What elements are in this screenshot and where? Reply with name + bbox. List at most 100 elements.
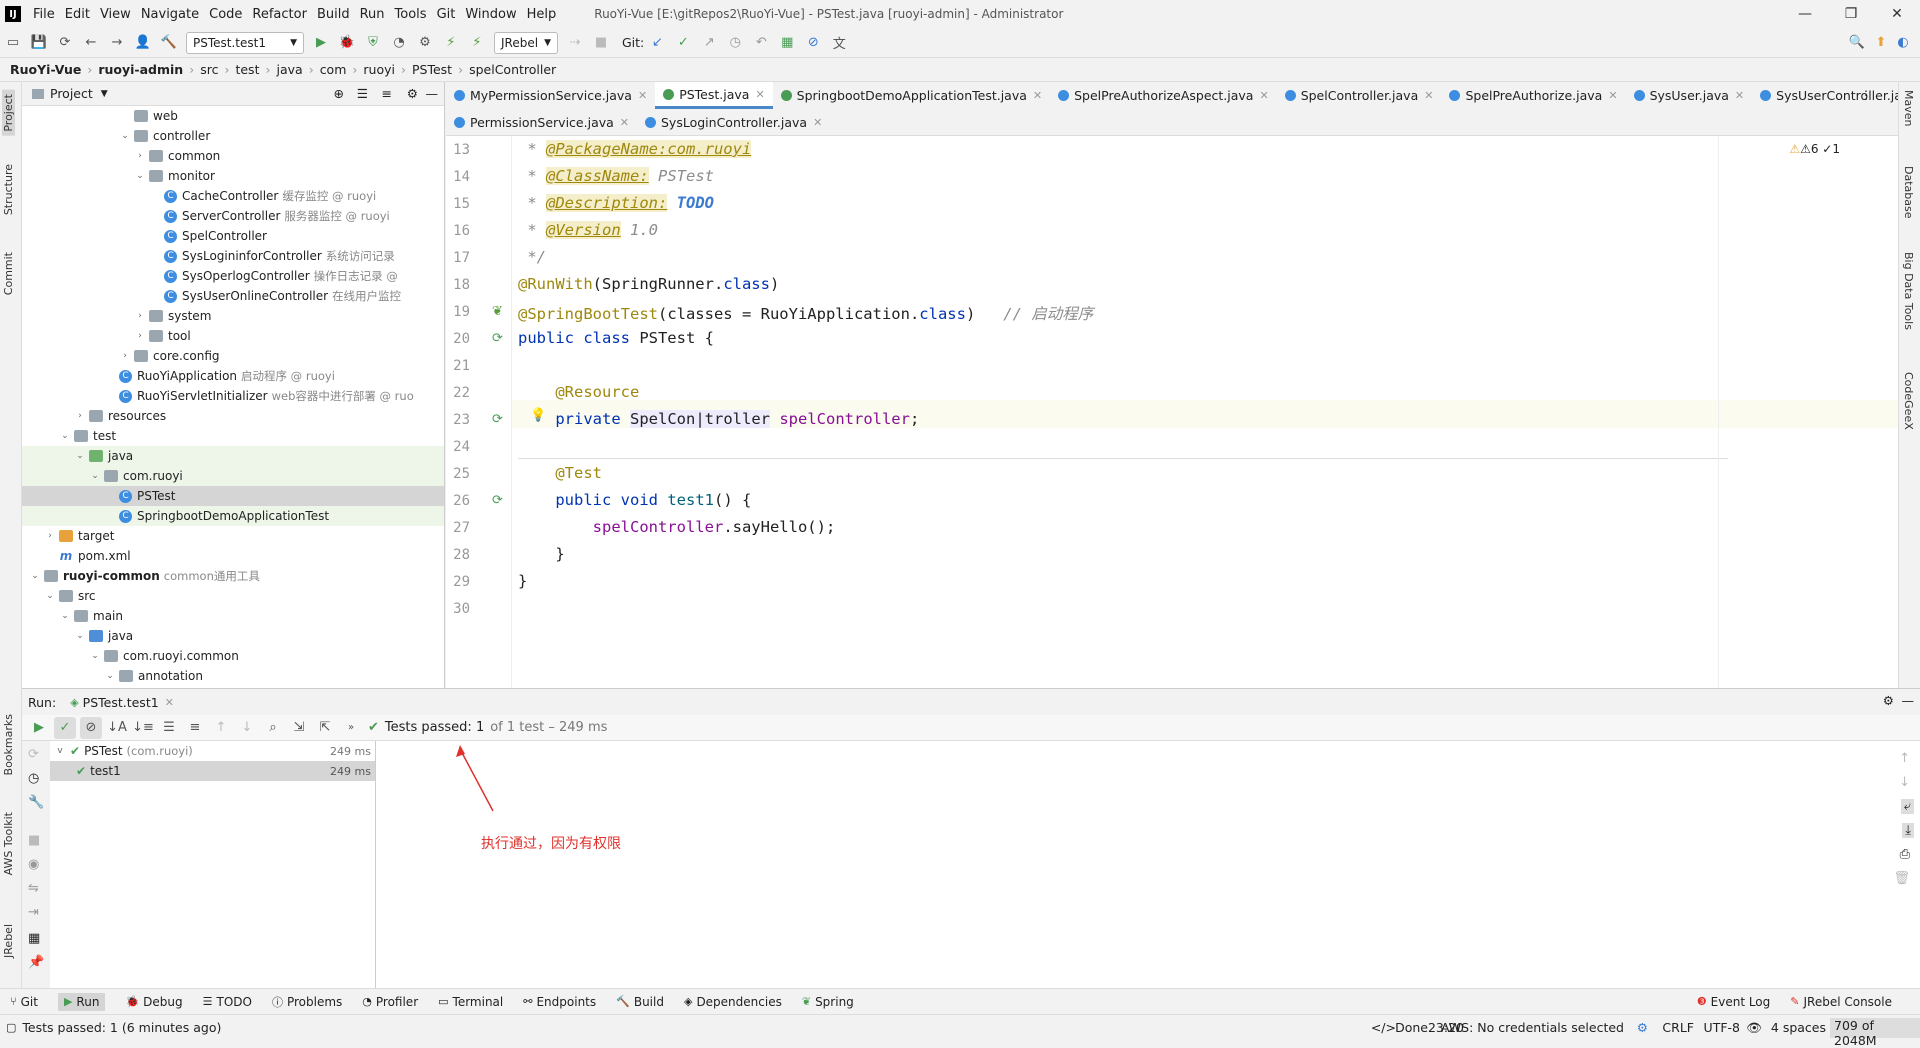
maven-tool-tab[interactable]: Maven (1902, 90, 1915, 126)
search-everywhere-icon[interactable]: 🔍 (1846, 32, 1868, 54)
pin-icon[interactable]: 📌 (28, 955, 44, 970)
forward-icon[interactable]: → (106, 32, 128, 54)
big-data-tools-tab[interactable]: Big Data Tools (1902, 252, 1915, 330)
editor-tab[interactable]: SysUser.java ✕ (1626, 82, 1753, 109)
sort-alpha-icon[interactable]: ↓A (106, 717, 128, 739)
git-history-icon[interactable]: ◷ (724, 32, 746, 54)
exit-icon[interactable]: ⇥ (28, 905, 39, 920)
tree-item[interactable]: ⌄ annotation (22, 666, 444, 686)
git-rollback-icon[interactable]: ↶ (750, 32, 772, 54)
menu-item-file[interactable]: File (33, 7, 55, 22)
tree-item[interactable]: C PSTest (22, 486, 444, 506)
run-tab[interactable]: ◈ PSTest.test1 ✕ (70, 695, 174, 710)
menu-item-edit[interactable]: Edit (65, 7, 90, 22)
sync-icon[interactable]: ⟳ (54, 32, 76, 54)
minimize-icon[interactable]: — (1782, 0, 1828, 28)
menu-item-view[interactable]: View (100, 7, 131, 22)
spring-bean-gutter-icon[interactable]: ❦ (492, 304, 503, 319)
tree-toggle-icon[interactable]: ⌄ (104, 671, 116, 681)
aws-icon[interactable]: ⚙ (1637, 1020, 1648, 1035)
tree-item[interactable]: ⌄ com.ruoyi.common (22, 646, 444, 666)
tree-toggle-icon[interactable]: › (134, 151, 146, 161)
menu-item-tools[interactable]: Tools (395, 7, 427, 22)
tree-toggle-icon[interactable]: ⌄ (89, 651, 101, 661)
tree-item[interactable]: C SpelController (22, 226, 444, 246)
database-tool-tab[interactable]: Database (1902, 166, 1915, 219)
tree-item[interactable]: ⌄ controller (22, 126, 444, 146)
run-more-icon[interactable]: ⚙ (414, 32, 436, 54)
camera-icon[interactable]: ◉ (28, 857, 39, 872)
editor-tab[interactable]: PermissionService.java ✕ (446, 109, 637, 136)
inspections-widget[interactable]: ⚠⚠6 ✓1 (1789, 142, 1840, 156)
breadcrumb-item[interactable]: src (200, 62, 218, 77)
codegeex-tool-tab[interactable]: CodeGeeX (1902, 372, 1915, 430)
bottom-tab-jrebel-console[interactable]: ✎ JRebel Console (1790, 995, 1892, 1009)
tree-toggle-icon[interactable]: ⌄ (119, 131, 131, 141)
tree-item[interactable]: C RuoYiApplication 启动程序 @ ruoyi (22, 366, 444, 386)
tree-item[interactable]: web (22, 106, 444, 126)
breadcrumb-item[interactable]: ruoyi (363, 62, 395, 77)
tree-toggle-icon[interactable]: ⌄ (59, 611, 71, 621)
git-update-icon[interactable]: ↙ (646, 32, 668, 54)
tree-toggle-icon[interactable]: › (44, 531, 56, 541)
editor-tab[interactable]: SpelPreAuthorizeAspect.java ✕ (1050, 82, 1277, 109)
tree-item[interactable]: C SysOperlogController 操作日志记录 @ (22, 266, 444, 286)
close-tab-icon[interactable]: ✕ (1735, 89, 1744, 102)
tree-item[interactable]: › target (22, 526, 444, 546)
tree-toggle-icon[interactable]: ⌄ (29, 571, 41, 581)
profile-icon[interactable]: ◔ (388, 32, 410, 54)
menu-item-run[interactable]: Run (360, 7, 385, 22)
breadcrumb-item[interactable]: test (235, 62, 259, 77)
tree-item[interactable]: › tool (22, 326, 444, 346)
jrebel-run-icon[interactable]: ⚡ (440, 32, 462, 54)
tree-item[interactable]: C SysLogininforController 系统访问记录 (22, 246, 444, 266)
close-tab-icon[interactable]: ✕ (1608, 89, 1617, 102)
print-icon[interactable]: ⎙ (1900, 847, 1910, 862)
menu-item-help[interactable]: Help (527, 7, 557, 22)
tree-item[interactable]: › common (22, 146, 444, 166)
code-editor[interactable]: 13 14 15 16 17 18 19 20 21 22 23 24 25 26 27 28 29 30 ⚠⚠6… (446, 136, 1920, 688)
indent-setting[interactable]: 4 spaces (1771, 1020, 1826, 1035)
expand-all-icon[interactable]: ☰ (158, 717, 180, 739)
tree-item[interactable]: ⌄ com.ruoyi (22, 466, 444, 486)
run-icon[interactable]: ▶ (310, 32, 332, 54)
gear-icon[interactable]: ⚙ (1883, 693, 1894, 708)
tree-item[interactable]: C ServerController 服务器监控 @ ruoyi (22, 206, 444, 226)
status-message[interactable]: Tests passed: 1 (6 minutes ago) (22, 1020, 221, 1035)
debug-icon[interactable]: 🐞 (336, 32, 358, 54)
tree-toggle-icon[interactable]: › (134, 331, 146, 341)
bottom-tab-terminal[interactable]: ▭ Terminal (438, 995, 503, 1009)
tree-item[interactable]: ⌄ main (22, 606, 444, 626)
tree-toggle-icon[interactable]: ⌄ (59, 431, 71, 441)
bottom-tab-todo[interactable]: ☰ TODO (203, 995, 252, 1009)
stop-icon[interactable]: ■ (590, 32, 612, 54)
tree-toggle-icon[interactable]: ⌄ (74, 631, 86, 641)
file-encoding[interactable]: UTF-8 (1704, 1020, 1740, 1035)
bottom-tab-run[interactable]: ▶ Run (57, 992, 106, 1011)
update-icon[interactable]: ⬆ (1870, 32, 1892, 54)
find-icon[interactable]: ⌕ (262, 717, 284, 739)
tree-item[interactable]: ⌄ monitor (22, 166, 444, 186)
export-tests-icon[interactable]: ⇱ (314, 717, 336, 739)
breadcrumb-item[interactable]: com (320, 62, 347, 77)
tree-item[interactable]: C RuoYiServletInitializer web容器中进行部署 @ ruo (22, 386, 444, 406)
editor-tab[interactable]: PSTest.java ✕ (655, 82, 773, 109)
rerun-icon[interactable]: ▶ (28, 717, 50, 739)
jrebel-debug-icon[interactable]: ⚡ (466, 32, 488, 54)
down-icon[interactable]: ↓ (1899, 775, 1910, 790)
close-tab-icon[interactable]: ✕ (165, 696, 174, 709)
show-passed-icon[interactable]: ✓ (54, 716, 76, 739)
bottom-tab-dependencies[interactable]: ◈ Dependencies (684, 995, 782, 1009)
more-tabs-icon[interactable]: ⋮ (1860, 88, 1872, 102)
import-tests-icon[interactable]: ⇲ (288, 717, 310, 739)
scroll-to-end-icon[interactable]: ⤓ (1902, 823, 1914, 838)
prev-failed-icon[interactable]: ↑ (210, 717, 232, 739)
aws-toolkit-tool-tab[interactable]: AWS Toolkit (2, 812, 15, 875)
tree-toggle-icon[interactable]: ⌄ (134, 171, 146, 181)
tree-toggle-icon[interactable]: › (134, 311, 146, 321)
menu-item-refactor[interactable]: Refactor (252, 7, 307, 22)
close-tab-icon[interactable]: ✕ (638, 89, 647, 102)
toggle-auto-test-icon[interactable]: ◷ (28, 771, 39, 786)
collapse-all-icon[interactable]: ≡ (382, 86, 392, 101)
tree-item[interactable]: ⌄ ruoyi-common common通用工具 (22, 566, 444, 586)
